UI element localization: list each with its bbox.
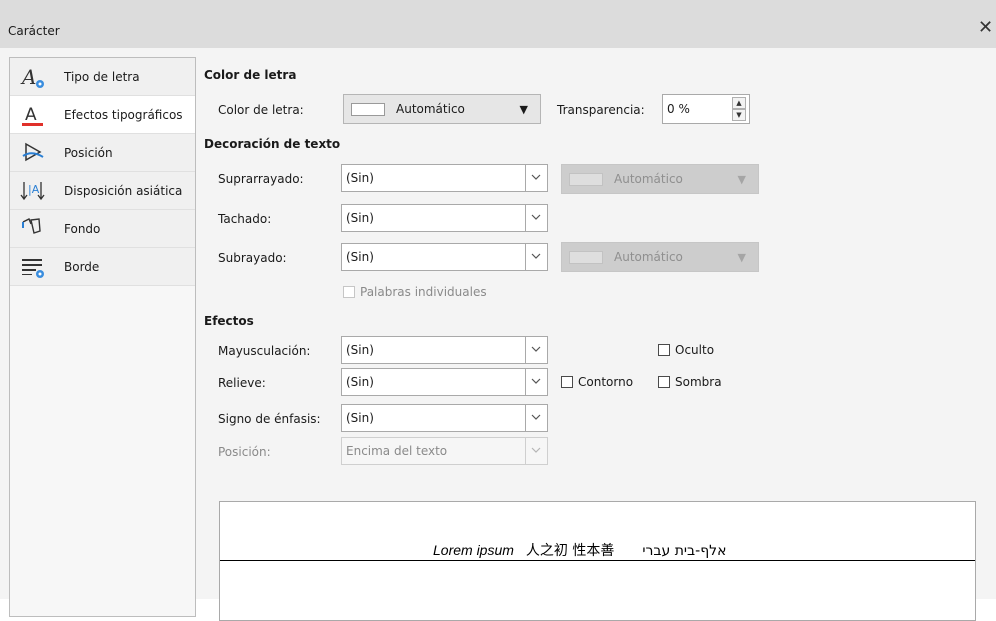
case-label: Mayusculación: [218, 344, 311, 358]
highlight-fill-icon [22, 218, 41, 234]
transparency-value: 0 % [667, 102, 690, 116]
character-dialog: A Tipo de letra A Efectos tipográficos P… [0, 48, 996, 621]
chevron-down-icon [525, 337, 547, 363]
chevron-down-icon [525, 165, 547, 191]
section-font-color: Color de letra [204, 68, 297, 82]
color-swatch [351, 103, 385, 116]
border-icon [22, 259, 44, 278]
section-effects: Efectos [204, 314, 254, 328]
overline-select[interactable]: (Sin) [341, 164, 548, 192]
strikethrough-label: Tachado: [218, 212, 272, 226]
emphasis-label: Signo de énfasis: [218, 412, 321, 426]
color-swatch [569, 173, 603, 186]
overline-color-value: Automático [614, 172, 683, 186]
checkbox-box [658, 344, 670, 356]
svg-text:A: A [25, 105, 37, 125]
overline-label: Suprarrayado: [218, 172, 304, 186]
font-settings-icon: A [20, 65, 44, 89]
chevron-down-icon [525, 438, 547, 464]
transparency-label: Transparencia: [557, 103, 645, 117]
emphasis-value: (Sin) [346, 411, 374, 425]
color-swatch [569, 251, 603, 264]
checkbox-box [343, 286, 355, 298]
dialog-title: Carácter [8, 24, 60, 38]
hidden-label: Oculto [675, 343, 715, 357]
position-icon [22, 142, 44, 162]
chevron-down-icon [525, 405, 547, 431]
close-icon[interactable]: ✕ [978, 19, 993, 37]
svg-text:|A: |A [28, 183, 40, 196]
preview-latin-text: Lorem ipsum [433, 542, 514, 558]
sidebar-item-font[interactable]: A Tipo de letra [10, 58, 195, 96]
emphasis-position-select[interactable]: Encima del texto [341, 437, 548, 465]
emphasis-select[interactable]: (Sin) [341, 404, 548, 432]
chevron-down-icon [525, 244, 547, 270]
relief-value: (Sin) [346, 375, 374, 389]
svg-text:A: A [20, 65, 36, 89]
sidebar-item-label: Efectos tipográficos [64, 108, 183, 122]
case-select[interactable]: (Sin) [341, 336, 548, 364]
transparency-spinbox[interactable]: 0 % ▲ ▼ [662, 94, 750, 124]
preview-ctl-text: אלף-בית עברי [642, 543, 727, 559]
underline-color-button[interactable]: Automático ▼ [561, 242, 759, 272]
sidebar-item-asian-layout[interactable]: |A Disposición asiática [10, 172, 195, 210]
outline-label: Contorno [578, 375, 634, 389]
section-text-decoration: Decoración de texto [204, 137, 341, 151]
asian-layout-icon: |A [20, 182, 45, 201]
sidebar-item-label: Fondo [64, 222, 101, 236]
underline-value: (Sin) [346, 250, 374, 264]
sidebar-item-background[interactable]: Fondo [10, 210, 195, 248]
sidebar-item-border[interactable]: Borde [10, 248, 195, 286]
sidebar-item-position[interactable]: Posición [10, 134, 195, 172]
relief-label: Relieve: [218, 376, 266, 390]
font-color-button[interactable]: Automático ▼ [343, 94, 541, 124]
sidebar-item-label: Posición [64, 146, 113, 160]
strikethrough-select[interactable]: (Sin) [341, 204, 548, 232]
underline-color-value: Automático [614, 250, 683, 264]
individual-words-label: Palabras individuales [360, 285, 487, 299]
emphasis-position-label: Posición: [218, 445, 271, 459]
dropdown-arrow-icon: ▼ [737, 173, 746, 186]
preview-text: Lorem ipsum 人之初 性本善 אלף-בית עברי [431, 540, 729, 560]
overline-color-button[interactable]: Automático ▼ [561, 164, 759, 194]
preview-baseline [220, 560, 975, 561]
font-color-label: Color de letra: [218, 103, 304, 117]
spin-down-icon[interactable]: ▼ [732, 109, 746, 121]
checkbox-box [561, 376, 573, 388]
preview-cjk-text: 人之初 性本善 [525, 543, 615, 559]
sidebar-item-label: Tipo de letra [64, 70, 140, 84]
sidebar-item-label: Disposición asiática [64, 184, 183, 198]
emphasis-position-value: Encima del texto [346, 444, 448, 458]
chevron-down-icon [525, 205, 547, 231]
case-value: (Sin) [346, 343, 374, 357]
strikethrough-value: (Sin) [346, 211, 374, 225]
underline-select[interactable]: (Sin) [341, 243, 548, 271]
title-bar: Carácter ✕ [0, 0, 996, 48]
underline-label: Subrayado: [218, 251, 287, 265]
dropdown-arrow-icon: ▼ [737, 251, 746, 264]
shadow-label: Sombra [675, 375, 722, 389]
sidebar: A Tipo de letra A Efectos tipográficos P… [9, 57, 196, 617]
chevron-down-icon [525, 369, 547, 395]
dropdown-arrow-icon: ▼ [519, 103, 528, 116]
font-preview: Lorem ipsum 人之初 性本善 אלף-בית עברי [219, 501, 976, 621]
overline-value: (Sin) [346, 171, 374, 185]
checkbox-box [658, 376, 670, 388]
sidebar-item-label: Borde [64, 260, 100, 274]
font-effects-icon: A [22, 105, 43, 126]
font-effects-panel: Color de letra Color de letra: Automátic… [196, 48, 996, 621]
sidebar-item-font-effects[interactable]: A Efectos tipográficos [10, 96, 195, 134]
spin-up-icon[interactable]: ▲ [732, 97, 746, 109]
font-color-value: Automático [396, 102, 465, 116]
relief-select[interactable]: (Sin) [341, 368, 548, 396]
